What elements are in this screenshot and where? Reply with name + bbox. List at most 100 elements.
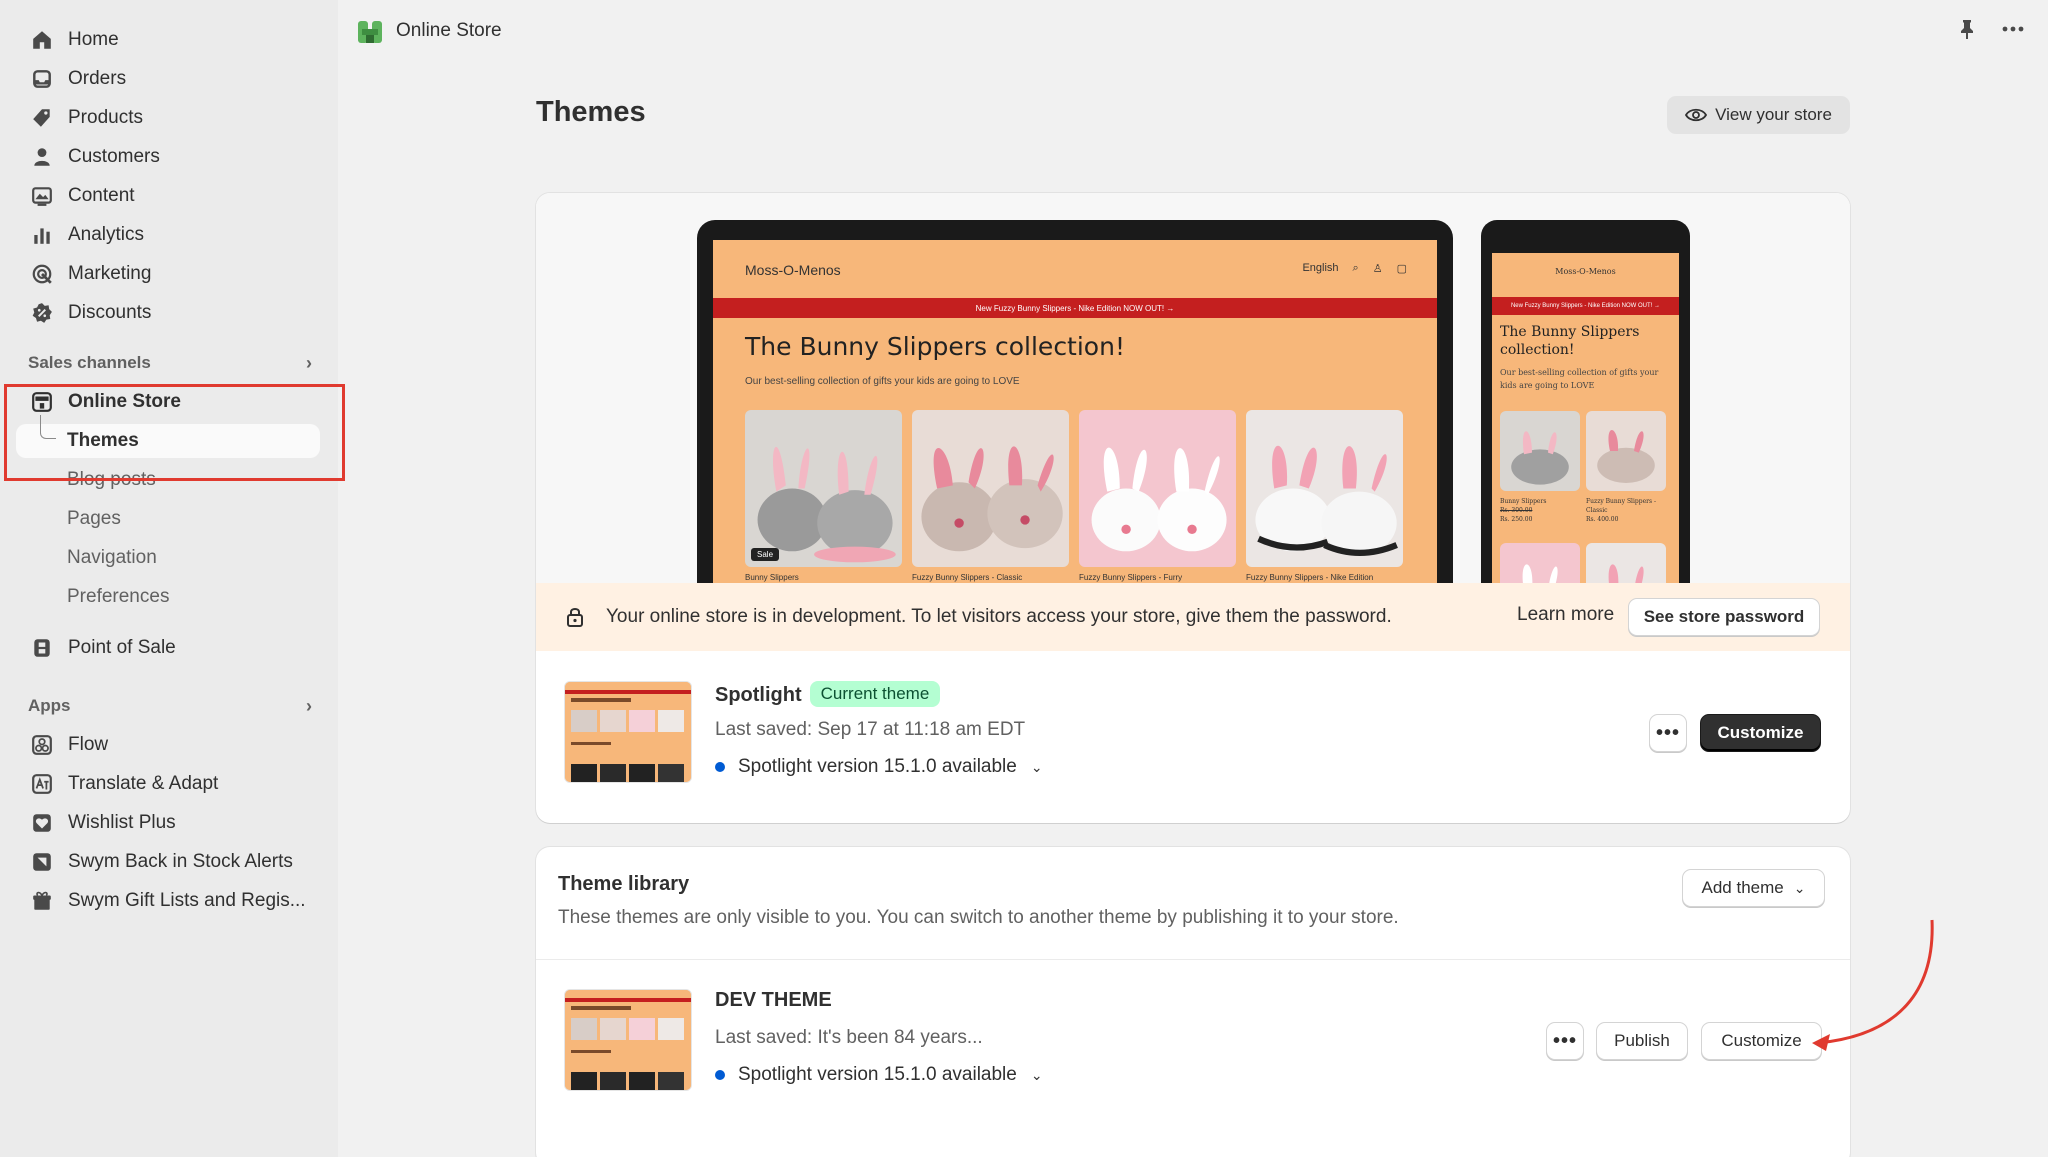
library-theme-version[interactable]: Spotlight version 15.1.0 available ⌄: [715, 1064, 1043, 1086]
nav-preferences[interactable]: Preferences: [0, 577, 338, 616]
learn-more-link[interactable]: Learn more: [1517, 604, 1614, 626]
product-image: [1246, 410, 1403, 567]
product-image: [1586, 543, 1666, 583]
more-options-icon[interactable]: [2002, 25, 2024, 33]
add-theme-button[interactable]: Add theme ⌄: [1682, 869, 1825, 907]
pos-icon: [30, 636, 54, 660]
development-banner: Your online store is in development. To …: [536, 583, 1850, 651]
chevron-down-icon: ⌄: [1030, 1066, 1043, 1083]
more-options-icon: •••: [1552, 1029, 1577, 1052]
nav-app-back-in-stock[interactable]: Swym Back in Stock Alerts: [0, 842, 338, 881]
nav-products-label: Products: [68, 106, 143, 128]
mobile-announcement: New Fuzzy Bunny Slippers - Nike Edition …: [1492, 297, 1679, 315]
lock-icon: [567, 608, 583, 627]
current-theme-card: Moss-O-Menos English ⌕ ♙ ▢ New Fuzzy Bun…: [536, 193, 1850, 823]
sales-channels-label: Sales channels: [28, 353, 151, 372]
preview-hero-title: The Bunny Slippers collection!: [745, 332, 1125, 361]
theme-thumbnail[interactable]: [564, 989, 692, 1091]
mobile-preview[interactable]: Moss-O-Menos New Fuzzy Bunny Slippers - …: [1481, 220, 1690, 583]
apps-label: Apps: [28, 696, 71, 715]
nav-analytics-label: Analytics: [68, 223, 145, 245]
nav-marketing[interactable]: Marketing: [0, 254, 338, 293]
preview-hero-subtitle: Our best-selling collection of gifts you…: [745, 376, 1020, 387]
library-theme-more-button[interactable]: •••: [1546, 1022, 1584, 1060]
preview-language: English: [1302, 262, 1339, 274]
nav-discounts[interactable]: Discounts: [0, 293, 338, 332]
nav-navigation[interactable]: Navigation: [0, 538, 338, 577]
library-theme-name: DEV THEME: [715, 989, 832, 1011]
nav-analytics[interactable]: Analytics: [0, 215, 338, 254]
apps-header[interactable]: Apps ›: [0, 687, 338, 725]
product-name: Bunny Slippers: [745, 573, 799, 582]
nav-discounts-label: Discounts: [68, 301, 152, 323]
mobile-product-1: Bunny Slippers Rs. 300.00 Rs. 250.00: [1500, 497, 1580, 524]
preview-header-icons: English ⌕ ♙ ▢: [1302, 262, 1407, 275]
library-theme-customize-button[interactable]: Customize: [1701, 1022, 1822, 1060]
product-name: Fuzzy Bunny Slippers - Classic: [1586, 498, 1657, 514]
preview-product-names: Bunny Slippers Fuzzy Bunny Slippers - Cl…: [745, 573, 1403, 582]
nav-themes-label: Themes: [67, 429, 139, 451]
nav-point-of-sale-label: Point of Sale: [68, 636, 176, 658]
mobile-hero-subtitle: Our best-selling collection of gifts you…: [1500, 368, 1659, 390]
bar-chart-icon: [30, 223, 54, 247]
current-theme-last-saved: Last saved: Sep 17 at 11:18 am EDT: [715, 719, 1026, 740]
nav-pages[interactable]: Pages: [0, 499, 338, 538]
account-icon: ♙: [1372, 263, 1383, 275]
product-image: [1586, 411, 1666, 491]
update-dot: [715, 1070, 725, 1080]
heart-icon: [30, 811, 54, 835]
nav-customers[interactable]: Customers: [0, 137, 338, 176]
library-theme-version-label: Spotlight version 15.1.0 available: [738, 1064, 1017, 1085]
online-store-app-icon: [358, 21, 382, 43]
development-message: Your online store is in development. To …: [606, 606, 1392, 627]
nav-products[interactable]: Products: [0, 98, 338, 137]
current-theme-more-button[interactable]: •••: [1649, 714, 1687, 752]
nav-app-gift-lists-label: Swym Gift Lists and Regis...: [68, 889, 306, 911]
current-theme-customize-button[interactable]: Customize: [1700, 714, 1821, 752]
sale-badge: Sale: [751, 548, 780, 561]
sales-channels-header[interactable]: Sales channels ›: [0, 344, 338, 382]
nav-orders[interactable]: Orders: [0, 59, 338, 98]
nav-customers-label: Customers: [68, 145, 160, 167]
product-image: [1500, 543, 1580, 583]
theme-thumbnail[interactable]: [564, 681, 692, 783]
more-options-icon: •••: [1655, 721, 1680, 744]
search-icon: ⌕: [1352, 262, 1359, 274]
mobile-product-grid: [1500, 411, 1666, 491]
bell-icon: [30, 850, 54, 874]
library-theme-publish-button[interactable]: Publish: [1596, 1022, 1688, 1060]
view-store-button[interactable]: View your store: [1667, 96, 1850, 134]
pin-icon[interactable]: [1958, 18, 1976, 40]
desktop-preview[interactable]: Moss-O-Menos English ⌕ ♙ ▢ New Fuzzy Bun…: [697, 220, 1453, 583]
mobile-brand: Moss-O-Menos: [1555, 267, 1616, 276]
mobile-product-2: Fuzzy Bunny Slippers - Classic Rs. 400.0…: [1586, 497, 1666, 524]
nav-app-translate[interactable]: Translate & Adapt: [0, 764, 338, 803]
current-theme-name-row: Spotlight Current theme: [715, 681, 941, 707]
current-theme-badge: Current theme: [809, 681, 941, 707]
nav-app-wishlist[interactable]: Wishlist Plus: [0, 803, 338, 842]
product-price: Rs. 400.00: [1586, 516, 1619, 523]
nav-app-gift-lists[interactable]: Swym Gift Lists and Regis...: [0, 881, 338, 920]
nav-app-translate-label: Translate & Adapt: [68, 772, 219, 794]
discount-icon: [30, 301, 54, 325]
flow-icon: [30, 733, 54, 757]
nav-pages-label: Pages: [67, 507, 121, 529]
mobile-product-info: Bunny Slippers Rs. 300.00 Rs. 250.00 Fuz…: [1500, 497, 1666, 524]
nav-content[interactable]: Content: [0, 176, 338, 215]
gift-icon: [30, 889, 54, 913]
nav-app-flow[interactable]: Flow: [0, 725, 338, 764]
nav-home[interactable]: Home: [0, 20, 338, 59]
product-price: Rs. 250.00: [1500, 516, 1533, 523]
chevron-down-icon: ⌄: [1793, 879, 1806, 896]
sidebar: Home Orders Products Customers Content A…: [0, 0, 338, 1157]
see-store-password-button[interactable]: See store password: [1628, 598, 1820, 636]
product-name: Fuzzy Bunny Slippers - Furry: [1079, 573, 1183, 582]
current-theme-version-label: Spotlight version 15.1.0 available: [738, 756, 1017, 777]
chevron-down-icon: ⌄: [1030, 758, 1043, 775]
desktop-screen: Moss-O-Menos English ⌕ ♙ ▢ New Fuzzy Bun…: [713, 240, 1437, 583]
current-theme-version[interactable]: Spotlight version 15.1.0 available ⌄: [715, 756, 1043, 778]
nav-navigation-label: Navigation: [67, 546, 157, 568]
theme-library-card: Theme library These themes are only visi…: [536, 847, 1850, 1157]
nav-point-of-sale[interactable]: Point of Sale: [0, 628, 338, 667]
nav-home-label: Home: [68, 28, 119, 50]
